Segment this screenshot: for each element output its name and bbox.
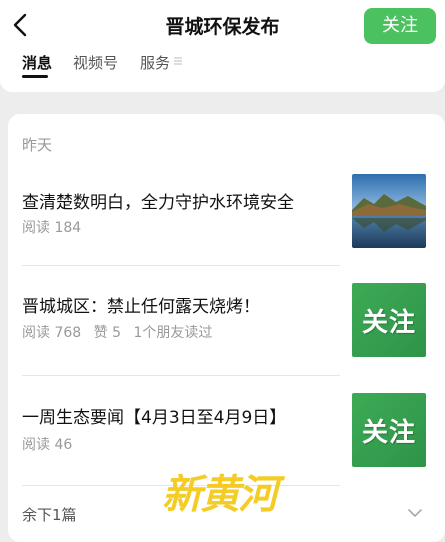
tab-messages[interactable]: 消息 <box>22 52 52 73</box>
follow-thumb-text: 关注 <box>361 307 416 338</box>
article-title[interactable]: 一周生态要闻【4月3日至4月9日】 <box>22 403 286 428</box>
article-title[interactable]: 查清楚数明白，全力守护水环境安全 <box>22 188 294 213</box>
watermark-logo: 新黄河 <box>162 462 292 532</box>
article-meta: 阅读 184 <box>22 217 89 237</box>
tab-services[interactable]: 服务 <box>140 52 170 73</box>
follow-button[interactable]: 关注 <box>364 8 436 44</box>
article-thumbnail[interactable]: 关注 <box>352 283 426 357</box>
article-item[interactable]: 晋城城区：禁止任何露天烧烤！ 阅读 768 赞 5 1个朋友读过 关注 <box>8 274 445 374</box>
friends-read: 1个朋友读过 <box>133 325 213 341</box>
read-count: 阅读 184 <box>22 220 82 236</box>
date-label: 昨天 <box>22 136 53 154</box>
watermark-text: 新黄河 <box>162 471 278 518</box>
active-tab-indicator <box>22 75 48 78</box>
remaining-articles-label[interactable]: 余下1篇 <box>22 504 77 525</box>
tab-video-channel[interactable]: 视频号 <box>73 52 118 73</box>
tab-bar: 消息 视频号 服务 <box>0 46 445 92</box>
top-bar: 晋城环保发布 关注 <box>0 0 445 50</box>
like-count: 赞 5 <box>93 325 121 341</box>
article-item[interactable]: 查清楚数明白，全力守护水环境安全 阅读 184 <box>8 170 445 270</box>
article-thumbnail[interactable]: 关注 <box>352 393 426 467</box>
follow-thumb-text: 关注 <box>361 417 416 448</box>
article-title[interactable]: 晋城城区：禁止任何露天烧烤！ <box>22 292 260 317</box>
article-meta: 阅读 46 <box>22 434 80 454</box>
lake-photo-image <box>352 174 426 248</box>
chevron-down-icon[interactable] <box>407 507 423 519</box>
read-count: 阅读 768 <box>22 325 82 341</box>
divider <box>22 265 340 266</box>
menu-lines-icon <box>174 57 182 65</box>
divider <box>22 375 340 376</box>
article-meta: 阅读 768 赞 5 1个朋友读过 <box>22 322 220 342</box>
article-thumbnail[interactable] <box>352 174 426 248</box>
read-count: 阅读 46 <box>22 437 73 453</box>
